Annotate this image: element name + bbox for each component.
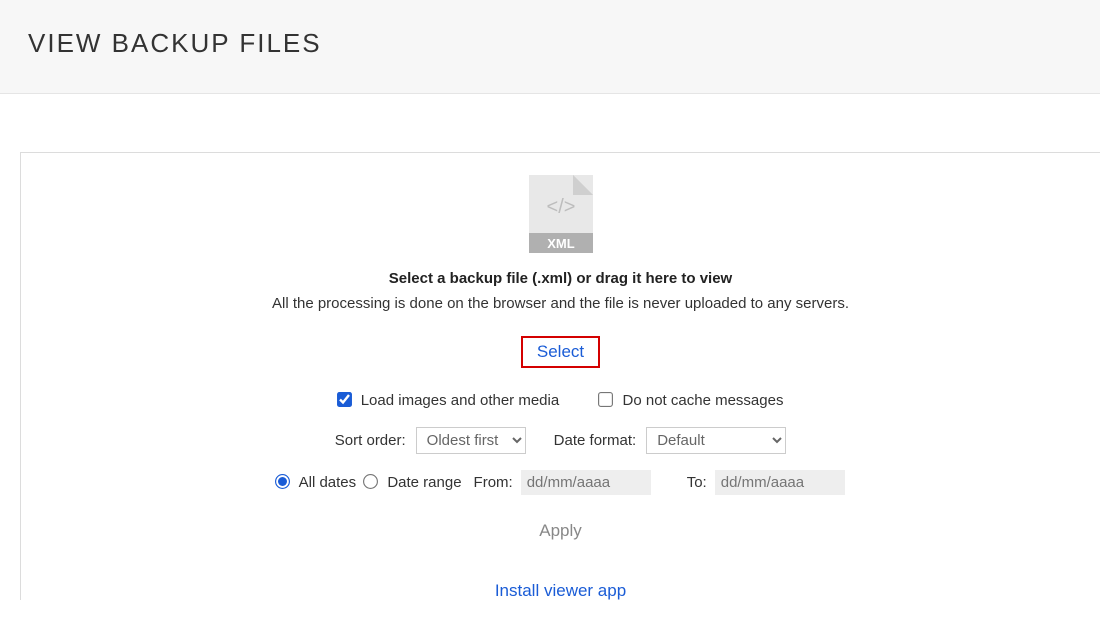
to-date-input[interactable] (715, 470, 845, 495)
drop-prompt-bold: Select a backup file (.xml) or drag it h… (41, 270, 1080, 287)
apply-button[interactable]: Apply (539, 521, 582, 541)
drop-prompt-sub: All the processing is done on the browse… (41, 295, 1080, 312)
sort-order-select[interactable]: Oldest first (416, 427, 526, 454)
from-date-input[interactable] (521, 470, 651, 495)
page-title: VIEW BACKUP FILES (28, 28, 1072, 59)
load-images-label[interactable]: Load images and other media (338, 392, 564, 409)
no-cache-label[interactable]: Do not cache messages (599, 392, 783, 409)
spacer (0, 94, 1100, 152)
load-images-text: Load images and other media (361, 392, 559, 409)
all-dates-text: All dates (299, 474, 357, 491)
date-format-select[interactable]: Default (646, 427, 786, 454)
all-dates-radio[interactable] (275, 474, 290, 489)
svg-text:XML: XML (547, 236, 575, 251)
sort-order-label: Sort order: (335, 432, 406, 449)
load-images-checkbox[interactable] (337, 392, 352, 407)
from-label: From: (474, 474, 513, 491)
page-header: VIEW BACKUP FILES (0, 0, 1100, 94)
select-file-button[interactable]: Select (521, 336, 600, 368)
no-cache-checkbox[interactable] (598, 392, 613, 407)
date-range-radio[interactable] (363, 474, 378, 489)
main-panel: </> XML Select a backup file (.xml) or d… (20, 152, 1100, 600)
to-label: To: (687, 474, 707, 491)
date-range-text: Date range (387, 474, 461, 491)
svg-text:</>: </> (546, 196, 575, 218)
sort-row: Sort order: Oldest first Date format: De… (41, 427, 1080, 454)
xml-file-icon: </> XML (527, 173, 595, 260)
install-app-link[interactable]: Install viewer app (495, 581, 626, 601)
no-cache-text: Do not cache messages (623, 392, 784, 409)
date-row: All dates Date range From: To: (41, 470, 1080, 495)
all-dates-label[interactable]: All dates (276, 474, 356, 491)
date-range-label[interactable]: Date range (364, 474, 461, 491)
date-format-label: Date format: (554, 432, 637, 449)
options-row: Load images and other media Do not cache… (41, 392, 1080, 409)
